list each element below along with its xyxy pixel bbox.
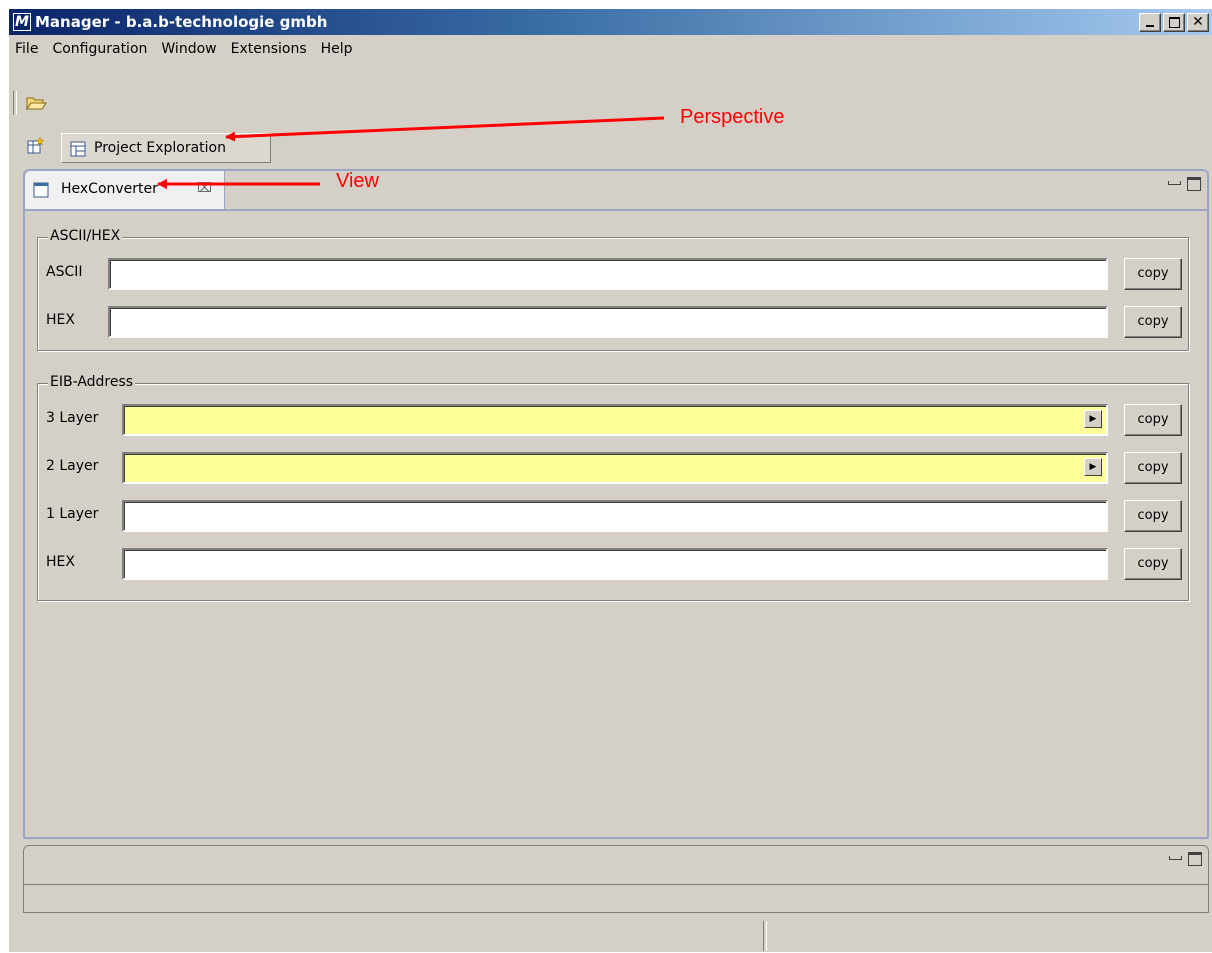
menu-configuration[interactable]: Configuration bbox=[45, 41, 154, 57]
eib-hex-row: HEX copy bbox=[46, 548, 1182, 580]
hex-row: HEX copy bbox=[46, 306, 1182, 338]
group-title: ASCII/HEX bbox=[48, 228, 123, 244]
view-tab-label: HexConverter bbox=[61, 181, 158, 197]
close-view-icon[interactable]: ⌧ bbox=[197, 181, 212, 196]
copy-button[interactable]: copy bbox=[1124, 548, 1182, 580]
ascii-input[interactable] bbox=[108, 258, 1108, 290]
open-folder-icon[interactable] bbox=[25, 93, 47, 113]
hexconverter-view: HexConverter ⌧ ASCII/HEX ASCII copy HEX … bbox=[23, 169, 1209, 839]
perspective-annotation: Perspective bbox=[680, 106, 785, 128]
field-label: 1 Layer bbox=[46, 506, 99, 522]
hex-input[interactable] bbox=[108, 306, 1108, 338]
ascii-row: ASCII copy bbox=[46, 258, 1182, 290]
maximize-panel-icon[interactable] bbox=[1188, 852, 1202, 866]
field-label: 2 Layer bbox=[46, 458, 99, 474]
copy-button[interactable]: copy bbox=[1124, 306, 1182, 338]
layer1-row: 1 Layer copy bbox=[46, 500, 1182, 532]
layer2-row: 2 Layer ▶ copy bbox=[46, 452, 1182, 484]
field-label: HEX bbox=[46, 312, 75, 328]
toolbar-grip[interactable] bbox=[13, 91, 17, 115]
view-tab-hexconverter[interactable]: HexConverter ⌧ bbox=[25, 171, 225, 211]
window-title: Manager - b.a.b-technologie gmbh bbox=[35, 13, 328, 31]
view-annotation: View bbox=[336, 170, 379, 192]
bottom-panel bbox=[23, 845, 1209, 913]
view-icon bbox=[33, 182, 49, 198]
menu-extensions[interactable]: Extensions bbox=[224, 41, 314, 57]
maximize-button[interactable] bbox=[1163, 13, 1185, 32]
eib-hex-input[interactable] bbox=[122, 548, 1108, 580]
perspective-tab-project-exploration[interactable]: Project Exploration bbox=[61, 133, 271, 163]
panel-divider bbox=[24, 884, 1208, 885]
perspective-icon bbox=[70, 141, 86, 157]
layer3-row: 3 Layer ▶ copy bbox=[46, 404, 1182, 436]
view-body: ASCII/HEX ASCII copy HEX copy EIB-Addres… bbox=[25, 209, 1207, 837]
copy-button[interactable]: copy bbox=[1124, 452, 1182, 484]
layer2-combo[interactable]: ▶ bbox=[122, 452, 1108, 484]
status-bar-divider bbox=[763, 921, 767, 951]
app-window: M Manager - b.a.b-technologie gmbh ✕ Fil… bbox=[8, 8, 1212, 952]
layer1-input[interactable] bbox=[122, 500, 1108, 532]
menu-help[interactable]: Help bbox=[314, 41, 360, 57]
copy-button[interactable]: copy bbox=[1124, 500, 1182, 532]
group-title: EIB-Address bbox=[48, 374, 136, 390]
ascii-hex-group: ASCII/HEX ASCII copy HEX copy bbox=[37, 228, 1189, 351]
menu-bar: File Configuration Window Extensions Hel… bbox=[9, 35, 1212, 63]
eib-address-group: EIB-Address 3 Layer ▶ copy 2 Layer ▶ cop… bbox=[37, 374, 1189, 601]
close-button[interactable]: ✕ bbox=[1187, 13, 1209, 32]
layer3-combo[interactable]: ▶ bbox=[122, 404, 1108, 436]
menu-window[interactable]: Window bbox=[154, 41, 223, 57]
copy-button[interactable]: copy bbox=[1124, 258, 1182, 290]
menu-file[interactable]: File bbox=[9, 41, 45, 57]
field-label: HEX bbox=[46, 554, 75, 570]
maximize-view-icon[interactable] bbox=[1187, 177, 1201, 191]
field-label: 3 Layer bbox=[46, 410, 99, 426]
app-icon: M bbox=[13, 13, 31, 31]
dropdown-arrow-icon[interactable]: ▶ bbox=[1084, 410, 1102, 428]
minimize-panel-icon[interactable] bbox=[1168, 852, 1182, 866]
open-perspective-icon[interactable] bbox=[27, 136, 45, 155]
title-bar[interactable]: M Manager - b.a.b-technologie gmbh ✕ bbox=[9, 9, 1212, 35]
perspective-label: Project Exploration bbox=[94, 140, 226, 156]
copy-button[interactable]: copy bbox=[1124, 404, 1182, 436]
field-label: ASCII bbox=[46, 264, 83, 280]
status-bar bbox=[9, 913, 1212, 953]
minimize-button[interactable] bbox=[1139, 13, 1161, 32]
dropdown-arrow-icon[interactable]: ▶ bbox=[1084, 458, 1102, 476]
minimize-view-icon[interactable] bbox=[1167, 177, 1181, 191]
